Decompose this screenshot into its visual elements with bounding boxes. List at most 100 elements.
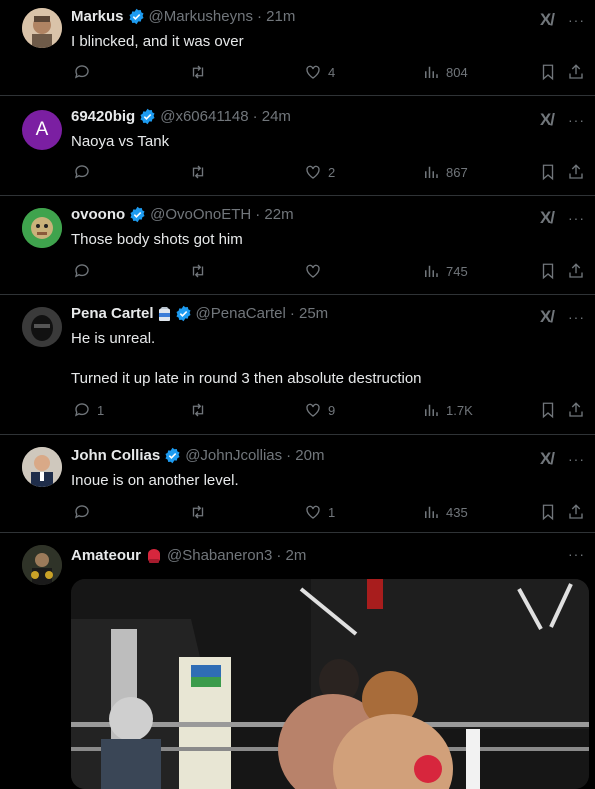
video-frame [71, 579, 589, 789]
handle[interactable]: @x60641148 [160, 108, 248, 125]
tweet-header: Pena Cartel @PenaCartel · 25m [71, 305, 328, 322]
timestamp[interactable]: · 22m [255, 206, 293, 223]
action-bar: 2 867 [70, 163, 585, 183]
like-count: 2 [328, 164, 336, 180]
timestamp[interactable]: · 24m [253, 108, 291, 125]
like-button[interactable] [304, 262, 328, 280]
tweet-header: ovoono @OvoOnoETH · 22m [71, 206, 294, 223]
tweet-header: 69420big @x60641148 · 24m [71, 108, 291, 125]
more-icon[interactable]: ··· [568, 310, 585, 324]
views-button[interactable]: 804 [422, 63, 468, 81]
bookmark-button[interactable] [539, 163, 557, 181]
share-button[interactable] [567, 163, 585, 181]
views-button[interactable]: 867 [422, 163, 468, 181]
like-icon [306, 264, 320, 278]
tweet-header: John Collias @JohnJcollias · 20m [71, 447, 324, 464]
retweet-button[interactable] [189, 163, 207, 181]
avatar[interactable]: A [22, 110, 62, 150]
handle[interactable]: @Shabaneron3 [167, 547, 272, 564]
retweet-button[interactable] [189, 63, 207, 81]
reply-button[interactable] [73, 163, 97, 181]
tweet-header: Amateour @Shabaneron3 · 2m [71, 547, 306, 564]
reply-button[interactable] [73, 262, 97, 280]
like-button[interactable]: 4 [304, 63, 335, 81]
display-name[interactable]: Amateour [71, 547, 141, 564]
bookmark-button[interactable] [539, 503, 557, 521]
views-icon [425, 66, 438, 78]
avatar[interactable] [22, 307, 62, 347]
views-button[interactable]: 745 [422, 262, 468, 280]
tweet[interactable]: Pena Cartel @PenaCartel · 25m X/ ··· He … [0, 295, 595, 435]
more-icon[interactable]: ··· [568, 13, 585, 27]
reply-button[interactable] [73, 503, 97, 521]
verified-badge-icon [165, 447, 180, 464]
tweet[interactable]: A 69420big @x60641148 · 24m X/ ··· Naoya… [0, 96, 595, 196]
tweet-text: Naoya vs Tank [71, 133, 170, 150]
tweet[interactable]: ovoono @OvoOnoETH · 22m X/ ··· Those bod… [0, 196, 595, 295]
bookmark-button[interactable] [539, 63, 557, 81]
views-button[interactable]: 435 [422, 503, 468, 521]
share-button[interactable] [567, 401, 585, 419]
share-icon [569, 263, 583, 278]
reply-icon [74, 165, 89, 179]
views-button[interactable]: 1.7K [422, 401, 473, 419]
share-button[interactable] [567, 63, 585, 81]
views-icon [425, 166, 438, 178]
handle[interactable]: @Markusheyns [149, 8, 253, 25]
views-icon [425, 265, 438, 277]
avatar[interactable] [22, 208, 62, 248]
tweet[interactable]: Markus @Markusheyns · 21m X/ ··· I blinc… [0, 0, 595, 96]
display-name[interactable]: Markus [71, 8, 124, 25]
bookmark-icon [542, 402, 554, 419]
tweet-text: I blincked, and it was over [71, 33, 244, 50]
handle[interactable]: @PenaCartel [196, 305, 286, 322]
timestamp[interactable]: · 21m [257, 8, 295, 25]
bookmark-button[interactable] [539, 262, 557, 280]
retweet-button[interactable] [189, 503, 207, 521]
share-button[interactable] [567, 262, 585, 280]
more-icon[interactable]: ··· [568, 547, 585, 561]
like-button[interactable]: 9 [304, 401, 335, 419]
more-icon[interactable]: ··· [568, 452, 585, 466]
display-name[interactable]: Pena Cartel [71, 305, 154, 322]
retweet-button[interactable] [189, 262, 207, 280]
timestamp[interactable]: · 20m [286, 447, 324, 464]
milk-carton-icon [158, 306, 170, 321]
bookmark-icon [542, 263, 554, 280]
tweet[interactable]: Amateour @Shabaneron3 · 2m ··· [0, 533, 595, 789]
bookmark-icon [542, 64, 554, 81]
tweet-top-actions: X/ ··· [540, 208, 585, 228]
like-button[interactable]: 2 [304, 163, 335, 181]
timestamp[interactable]: · 25m [290, 305, 328, 322]
retweet-button[interactable] [189, 401, 207, 419]
grok-icon[interactable]: X/ [540, 110, 555, 130]
grok-icon[interactable]: X/ [540, 449, 555, 469]
verified-badge-icon [130, 206, 145, 223]
tweet-media-video[interactable] [71, 579, 589, 789]
views-count: 804 [446, 64, 468, 80]
more-icon[interactable]: ··· [568, 211, 585, 225]
reply-count: 1 [97, 402, 105, 418]
more-icon[interactable]: ··· [568, 113, 585, 127]
like-button[interactable]: 1 [304, 503, 335, 521]
share-icon [569, 504, 583, 519]
handle[interactable]: @JohnJcollias [185, 447, 282, 464]
display-name[interactable]: ovoono [71, 206, 125, 223]
display-name[interactable]: John Collias [71, 447, 160, 464]
share-button[interactable] [567, 503, 585, 521]
verified-badge-icon [140, 108, 155, 125]
handle[interactable]: @OvoOnoETH [150, 206, 251, 223]
avatar[interactable] [22, 545, 62, 585]
grok-icon[interactable]: X/ [540, 307, 555, 327]
grok-icon[interactable]: X/ [540, 208, 555, 228]
display-name[interactable]: 69420big [71, 108, 135, 125]
tweet[interactable]: John Collias @JohnJcollias · 20m X/ ··· … [0, 435, 595, 533]
timestamp[interactable]: · 2m [276, 547, 306, 564]
grok-icon[interactable]: X/ [540, 10, 555, 30]
like-count: 9 [328, 402, 336, 418]
avatar[interactable] [22, 8, 62, 48]
reply-button[interactable]: 1 [73, 401, 104, 419]
avatar[interactable] [22, 447, 62, 487]
reply-button[interactable] [73, 63, 97, 81]
bookmark-button[interactable] [539, 401, 557, 419]
